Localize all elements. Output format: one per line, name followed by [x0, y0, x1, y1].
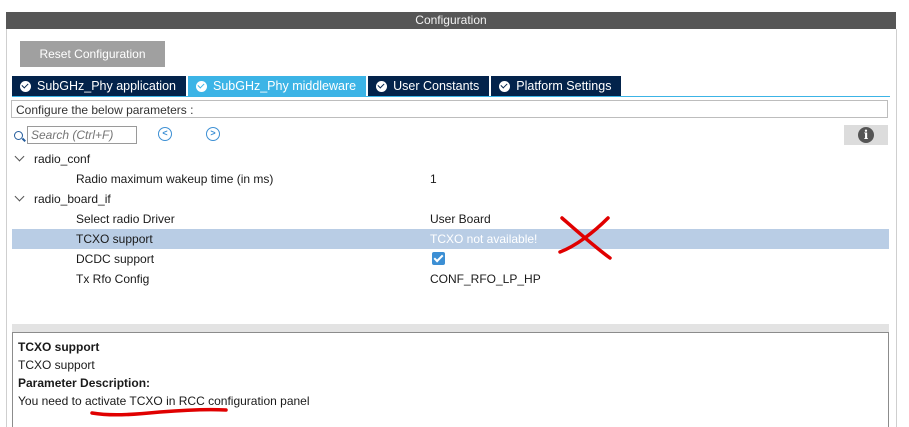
tab-platform-settings[interactable]: Platform Settings: [491, 76, 622, 96]
tree-group-radio-conf[interactable]: radio_conf: [12, 149, 889, 169]
tab-user-constants[interactable]: User Constants: [368, 76, 490, 96]
param-value[interactable]: 1: [430, 169, 437, 189]
chevron-down-icon[interactable]: [14, 191, 25, 202]
panel-splitter[interactable]: [12, 324, 889, 332]
description-title: TCXO support: [18, 340, 100, 354]
tab-label: User Constants: [393, 79, 480, 93]
param-row-tx-rfo-config[interactable]: Tx Rfo Config CONF_RFO_LP_HP: [12, 269, 889, 289]
red-x-annotation: [558, 216, 612, 260]
param-value[interactable]: CONF_RFO_LP_HP: [430, 269, 541, 289]
check-circle-icon: [376, 80, 388, 92]
param-row-radio-driver[interactable]: Select radio Driver User Board: [12, 209, 889, 229]
parameters-header: Configure the below parameters :: [11, 100, 888, 118]
param-label: Select radio Driver: [76, 212, 175, 226]
red-underline-annotation: [90, 407, 228, 417]
param-row-dcdc-support[interactable]: DCDC support: [12, 249, 889, 269]
check-circle-icon: [499, 80, 511, 92]
info-icon: i: [858, 127, 874, 143]
window-title: Configuration: [6, 12, 896, 29]
param-row-tcxo-support[interactable]: TCXO support TCXO not available!: [12, 229, 889, 249]
tree-group-radio-board-if[interactable]: radio_board_if: [12, 189, 889, 209]
search-input[interactable]: [27, 126, 137, 144]
info-button[interactable]: i: [844, 125, 888, 145]
tab-subghz-phy-application[interactable]: SubGHz_Phy application: [12, 76, 186, 96]
tab-subghz-phy-middleware[interactable]: SubGHz_Phy middleware: [187, 76, 367, 96]
group-label: radio_board_if: [34, 192, 111, 206]
tab-label: SubGHz_Phy application: [37, 79, 176, 93]
dcdc-checkbox[interactable]: [432, 252, 445, 265]
search-icon: [14, 130, 23, 140]
tab-bar: SubGHz_Phy application SubGHz_Phy middle…: [12, 76, 623, 96]
check-circle-icon: [195, 80, 207, 92]
param-value: TCXO not available!: [430, 232, 538, 246]
next-match-button[interactable]: >: [206, 127, 220, 141]
check-circle-icon: [20, 80, 31, 92]
description-name: TCXO support: [18, 358, 95, 372]
search-bar: [14, 126, 137, 144]
tab-label: SubGHz_Phy middleware: [212, 79, 357, 93]
chevron-down-icon[interactable]: [14, 151, 25, 162]
param-label: Tx Rfo Config: [76, 272, 150, 286]
param-row-wakeup-time[interactable]: Radio maximum wakeup time (in ms) 1: [12, 169, 889, 189]
param-label: Radio maximum wakeup time (in ms): [76, 172, 274, 186]
tab-label: Platform Settings: [516, 79, 612, 93]
param-label: TCXO support: [76, 232, 153, 246]
param-label: DCDC support: [76, 252, 155, 266]
param-value[interactable]: User Board: [430, 209, 491, 229]
description-heading: Parameter Description:: [18, 376, 151, 390]
previous-match-button[interactable]: <: [158, 127, 172, 141]
group-label: radio_conf: [34, 152, 91, 166]
tab-underline: [12, 96, 890, 97]
reset-configuration-button[interactable]: Reset Configuration: [20, 41, 165, 67]
